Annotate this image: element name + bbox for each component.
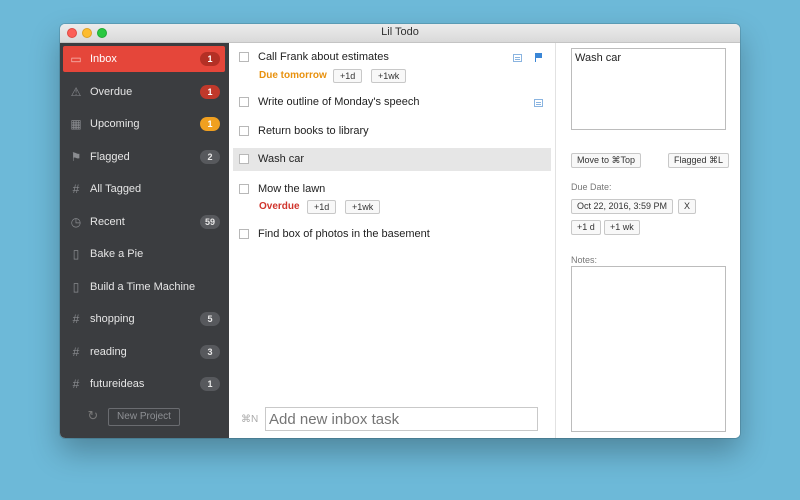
- sidebar-item-label: futureideas: [90, 378, 145, 390]
- new-task-shortcut-hint: ⌘N: [241, 414, 259, 425]
- sidebar-item-upcoming[interactable]: ▦ Upcoming 1: [63, 111, 225, 137]
- task-checkbox[interactable]: [239, 229, 249, 239]
- sidebar-item-label: Inbox: [90, 53, 117, 65]
- task-title: Return books to library: [258, 125, 369, 137]
- note-icon: [534, 99, 543, 107]
- task-title-field[interactable]: Wash car: [571, 48, 726, 130]
- due-label: Due tomorrow: [259, 70, 327, 81]
- sidebar-item-label: All Tagged: [90, 183, 142, 195]
- sidebar-item-recent[interactable]: ◷ Recent 59: [63, 209, 225, 235]
- task-title: Call Frank about estimates: [258, 51, 389, 63]
- sidebar-item-build-a-time-machine[interactable]: ▯ Build a Time Machine: [63, 274, 225, 300]
- hash-icon: #: [72, 345, 80, 359]
- sidebar-item-overdue[interactable]: ⚠ Overdue 1: [63, 79, 225, 105]
- sidebar: ▭ Inbox 1 ⚠ Overdue 1 ▦ Upcoming 1 ⚑ Fla…: [60, 43, 229, 438]
- postpone-week-button[interactable]: +1wk: [371, 69, 407, 83]
- sidebar-item-label: Overdue: [90, 86, 133, 98]
- sidebar-item-label: Recent: [90, 216, 125, 228]
- notes-field[interactable]: [571, 266, 726, 432]
- hash-icon: #: [72, 312, 80, 326]
- sidebar-item-label: reading: [90, 346, 127, 358]
- task-row[interactable]: Write outline of Monday's speech: [233, 89, 551, 115]
- task-row[interactable]: Call Frank about estimates Due tomorrow …: [233, 43, 551, 87]
- document-icon: ▯: [72, 247, 80, 261]
- task-checkbox[interactable]: [239, 52, 249, 62]
- task-row[interactable]: Find box of photos in the basement: [233, 221, 551, 247]
- count-badge: 3: [200, 345, 220, 359]
- count-badge: 1: [200, 117, 220, 131]
- flagged-toggle-button[interactable]: Flagged ⌘L: [668, 153, 730, 168]
- hash-icon: #: [72, 182, 80, 196]
- new-project-button[interactable]: New Project: [108, 408, 180, 426]
- sidebar-item-label: Build a Time Machine: [90, 281, 196, 293]
- task-row[interactable]: Return books to library: [233, 118, 551, 144]
- hash-icon: #: [72, 377, 80, 391]
- notes-label: Notes:: [571, 255, 598, 265]
- flag-icon: ⚑: [70, 150, 82, 164]
- clear-due-date-button[interactable]: X: [678, 199, 697, 214]
- add-day-button[interactable]: +1 d: [571, 220, 601, 235]
- sidebar-item-shopping[interactable]: # shopping 5: [63, 306, 225, 332]
- count-badge: 1: [200, 85, 220, 99]
- due-date-label: Due Date:: [571, 182, 612, 192]
- sidebar-item-futureideas[interactable]: # futureideas 1: [63, 371, 225, 397]
- calendar-icon: ▦: [70, 117, 82, 131]
- task-checkbox[interactable]: [239, 154, 249, 164]
- count-badge: 1: [200, 52, 220, 66]
- sidebar-item-label: Bake a Pie: [90, 248, 144, 260]
- task-checkbox[interactable]: [239, 184, 249, 194]
- title-bar: Lil Todo: [60, 24, 740, 43]
- task-list: Call Frank about estimates Due tomorrow …: [229, 43, 555, 438]
- sidebar-item-flagged[interactable]: ⚑ Flagged 2: [63, 144, 225, 170]
- task-title: Find box of photos in the basement: [258, 228, 430, 240]
- sync-icon[interactable]: ↻: [86, 409, 100, 423]
- task-title: Mow the lawn: [258, 183, 326, 195]
- count-badge: 5: [200, 312, 220, 326]
- sidebar-item-label: Flagged: [90, 151, 130, 163]
- move-to-top-button[interactable]: Move to ⌘Top: [571, 153, 642, 168]
- postpone-week-button[interactable]: +1wk: [345, 200, 381, 214]
- task-row-selected[interactable]: Wash car: [233, 148, 551, 171]
- task-row[interactable]: Mow the lawn Overdue +1d +1wk: [233, 176, 551, 218]
- sidebar-item-all-tagged[interactable]: # All Tagged: [63, 176, 225, 202]
- add-week-button[interactable]: +1 wk: [604, 220, 640, 235]
- app-window: Lil Todo ▭ Inbox 1 ⚠ Overdue 1 ▦ Upcomin…: [60, 24, 740, 438]
- sidebar-item-label: shopping: [90, 313, 135, 325]
- count-badge: 59: [200, 215, 220, 229]
- task-detail-panel: Wash car Move to ⌘Top Flagged ⌘L Due Dat…: [555, 43, 740, 438]
- add-task-input[interactable]: [265, 407, 538, 431]
- sidebar-item-inbox[interactable]: ▭ Inbox 1: [63, 46, 225, 72]
- task-title: Wash car: [258, 153, 305, 165]
- flag-icon[interactable]: [535, 53, 543, 62]
- due-date-button[interactable]: Oct 22, 2016, 3:59 PM: [571, 199, 674, 214]
- inbox-icon: ▭: [70, 52, 82, 66]
- warning-icon: ⚠: [70, 85, 82, 99]
- window-title: Lil Todo: [381, 26, 419, 38]
- document-icon: ▯: [72, 280, 80, 294]
- task-checkbox[interactable]: [239, 126, 249, 136]
- sidebar-item-reading[interactable]: # reading 3: [63, 339, 225, 365]
- count-badge: 1: [200, 377, 220, 391]
- clock-icon: ◷: [70, 215, 82, 229]
- overdue-label: Overdue: [259, 201, 300, 212]
- note-icon: [513, 54, 522, 62]
- sidebar-item-bake-a-pie[interactable]: ▯ Bake a Pie: [63, 241, 225, 267]
- sidebar-item-label: Upcoming: [90, 118, 140, 130]
- task-checkbox[interactable]: [239, 97, 249, 107]
- count-badge: 2: [200, 150, 220, 164]
- postpone-day-button[interactable]: +1d: [307, 200, 337, 214]
- task-title: Write outline of Monday's speech: [258, 96, 420, 108]
- postpone-day-button[interactable]: +1d: [333, 69, 363, 83]
